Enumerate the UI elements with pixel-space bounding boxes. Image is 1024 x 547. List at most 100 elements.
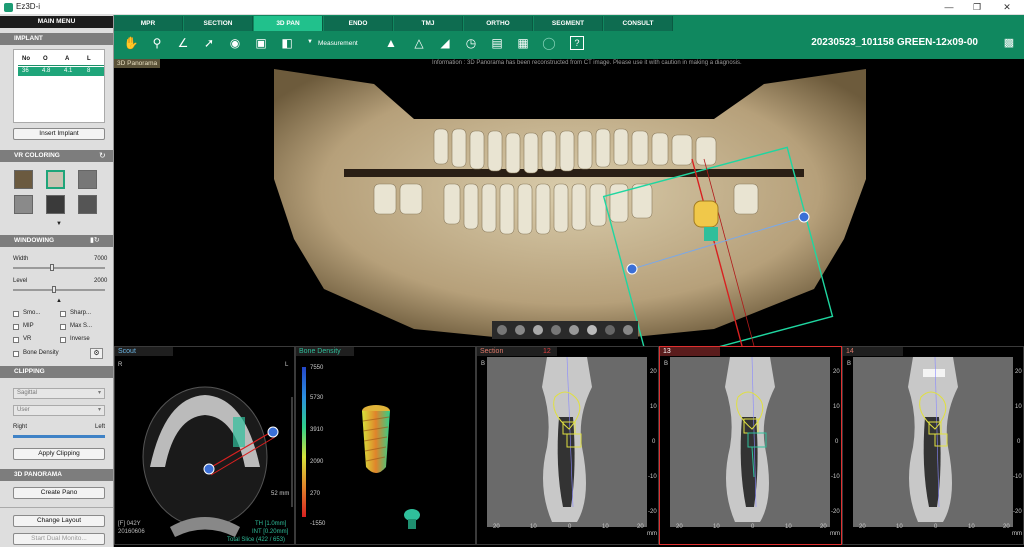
v-tick: 10 bbox=[833, 404, 840, 410]
tab-endo[interactable]: ENDO bbox=[324, 16, 393, 31]
vr-preset-4[interactable] bbox=[14, 195, 33, 214]
v-tick: 20 bbox=[1015, 369, 1022, 375]
section-pane-12[interactable]: Section 12 B L 20 10 0 -10 -20 20 10 0 1… bbox=[476, 346, 659, 545]
minimize-icon[interactable]: — bbox=[940, 1, 958, 13]
tab-3d-pan[interactable]: 3D PAN bbox=[254, 16, 323, 31]
dropdown-arrow-icon[interactable]: ▼ bbox=[307, 39, 313, 45]
tooth-view-icon[interactable]: ▲ bbox=[382, 35, 400, 52]
vr-coloring-header: VR COLORING bbox=[0, 150, 113, 162]
section-pane-14[interactable]: 14 B L 20 10 0 -10 -20 20 10 0 10 20 mm bbox=[842, 346, 1024, 545]
tab-mpr[interactable]: MPR bbox=[114, 16, 183, 31]
v-tick: 0 bbox=[652, 439, 656, 445]
max-sum-checkbox[interactable] bbox=[60, 324, 66, 330]
tab-section[interactable]: SECTION bbox=[184, 16, 253, 31]
apply-clipping-button[interactable]: Apply Clipping bbox=[13, 448, 105, 460]
dual-monitor-button[interactable]: Start Dual Monito... bbox=[13, 533, 105, 545]
vr-preset-1[interactable] bbox=[14, 170, 33, 189]
report-icon[interactable]: ▤ bbox=[488, 35, 506, 52]
width-slider[interactable] bbox=[13, 267, 105, 269]
v-tick: 10 bbox=[1015, 404, 1022, 410]
sharpen-checkbox[interactable] bbox=[60, 311, 66, 317]
refresh-icon[interactable]: ↻ bbox=[99, 151, 106, 160]
axis-handle-2[interactable] bbox=[798, 211, 810, 223]
h-tick: 20 bbox=[1003, 524, 1010, 530]
reset-icon[interactable]: ◯ bbox=[540, 35, 558, 52]
h-tick: 10 bbox=[530, 524, 537, 530]
layout-icon[interactable]: ▦ bbox=[514, 35, 532, 52]
help-icon[interactable]: ? bbox=[570, 36, 584, 50]
angle-icon[interactable]: ∠ bbox=[174, 35, 192, 52]
timer-icon[interactable]: ◷ bbox=[462, 35, 480, 52]
zoom-icon[interactable]: ⚲ bbox=[148, 35, 166, 52]
inverse-checkbox[interactable] bbox=[60, 337, 66, 343]
density-tick: 270 bbox=[310, 491, 321, 497]
expand-down-icon[interactable]: ▼ bbox=[56, 221, 62, 227]
v-tick: -10 bbox=[1013, 474, 1022, 480]
width-slider-handle[interactable] bbox=[50, 264, 54, 271]
section-tab: Section 12 bbox=[477, 347, 557, 356]
scout-scale: 52 mm bbox=[271, 491, 290, 497]
export-icon[interactable]: ◧ bbox=[278, 35, 296, 52]
table-row[interactable]: 36 4.8 4.1 8 bbox=[18, 67, 104, 76]
hand-pan-icon[interactable]: ✋ bbox=[122, 35, 140, 52]
unit-label: mm bbox=[830, 531, 840, 537]
app-logo-icon bbox=[4, 3, 13, 12]
h-tick: 10 bbox=[896, 524, 903, 530]
vr-preset-2[interactable] bbox=[46, 170, 65, 189]
vr-preset-6[interactable] bbox=[78, 195, 97, 214]
clipping-plane-select[interactable]: Sagittal ▾ bbox=[13, 388, 105, 399]
section-number: 14 bbox=[846, 348, 854, 355]
tooth-light-icon[interactable]: △ bbox=[410, 35, 428, 52]
study-id: 20230523_101158 bbox=[811, 37, 895, 48]
implant-table: No O A L 36 4.8 4.1 8 bbox=[13, 49, 105, 123]
section-pane-13[interactable]: 13 B L 20 10 0 -10 -20 20 10 0 10 20 mm bbox=[659, 346, 842, 545]
axis-handle-1[interactable] bbox=[626, 263, 638, 275]
study-name: GREEN-12x09-00 bbox=[896, 37, 978, 48]
close-icon[interactable]: ✕ bbox=[998, 1, 1016, 13]
level-slider-handle[interactable] bbox=[52, 286, 56, 293]
top-toolbar: MPR SECTION 3D PAN ENDO TMJ ORTHO SEGMEN… bbox=[114, 15, 1024, 59]
measurement-menu[interactable]: Measurement bbox=[318, 40, 358, 47]
tab-tmj[interactable]: TMJ bbox=[394, 16, 463, 31]
create-pano-button[interactable]: Create Pano bbox=[13, 487, 105, 499]
capture-icon[interactable]: ▣ bbox=[252, 35, 270, 52]
panorama-render bbox=[274, 69, 866, 346]
camera-icon[interactable]: ◉ bbox=[226, 35, 244, 52]
scout-pane[interactable]: Scout R L 52 mm [F] 042Y 20160606 TH [1.… bbox=[114, 346, 295, 545]
smooth-checkbox[interactable] bbox=[13, 311, 19, 317]
vr-checkbox[interactable] bbox=[13, 337, 19, 343]
restore-icon[interactable]: ❐ bbox=[968, 1, 986, 13]
level-label: Level bbox=[13, 278, 28, 284]
bone-density-checkbox[interactable] bbox=[13, 351, 19, 357]
clipping-mode-select[interactable]: User ▾ bbox=[13, 405, 105, 416]
title-bar: Ez3D-i — ❐ ✕ bbox=[0, 0, 1024, 15]
tab-ortho[interactable]: ORTHO bbox=[464, 16, 533, 31]
insert-implant-button[interactable]: Insert Implant bbox=[13, 128, 105, 140]
mip-checkbox[interactable] bbox=[13, 324, 19, 330]
clip-right-label: Right bbox=[13, 424, 28, 430]
3d-panorama-view[interactable]: 3D Panorama Information : 3D Panorama ha… bbox=[114, 59, 1024, 346]
bone-density-pane[interactable]: Bone Density 7550 5730 3910 2090 270 -15… bbox=[295, 346, 476, 545]
collapse-up-icon[interactable]: ▲ bbox=[56, 298, 62, 304]
vr-preset-3[interactable] bbox=[78, 170, 97, 189]
scout-image bbox=[142, 386, 293, 537]
vr-preset-5[interactable] bbox=[46, 195, 65, 214]
polyline-icon[interactable]: ➚ bbox=[200, 35, 218, 52]
width-value: 7000 bbox=[94, 256, 108, 262]
vr-preset-strip[interactable] bbox=[492, 321, 638, 339]
smooth-label: Smo... bbox=[23, 310, 41, 316]
clipping-header: CLIPPING bbox=[0, 366, 113, 378]
change-layout-button[interactable]: Change Layout bbox=[13, 515, 105, 527]
angle-measure-icon[interactable]: ◢ bbox=[436, 35, 454, 52]
implant-header: IMPLANT bbox=[0, 33, 113, 45]
level-slider[interactable] bbox=[13, 289, 105, 291]
implant-crown[interactable] bbox=[693, 200, 719, 228]
max-sum-label: Max S... bbox=[70, 323, 93, 329]
gear-icon[interactable]: ⚙ bbox=[90, 348, 103, 359]
tab-segment[interactable]: SEGMENT bbox=[534, 16, 603, 31]
tab-consult[interactable]: CONSULT bbox=[604, 16, 673, 31]
histogram-icon[interactable]: ▮↻ bbox=[90, 236, 100, 244]
implant-abutment[interactable] bbox=[704, 227, 718, 241]
screenshot-icon[interactable]: ▩ bbox=[1000, 35, 1018, 52]
clipping-slider[interactable] bbox=[13, 435, 105, 438]
